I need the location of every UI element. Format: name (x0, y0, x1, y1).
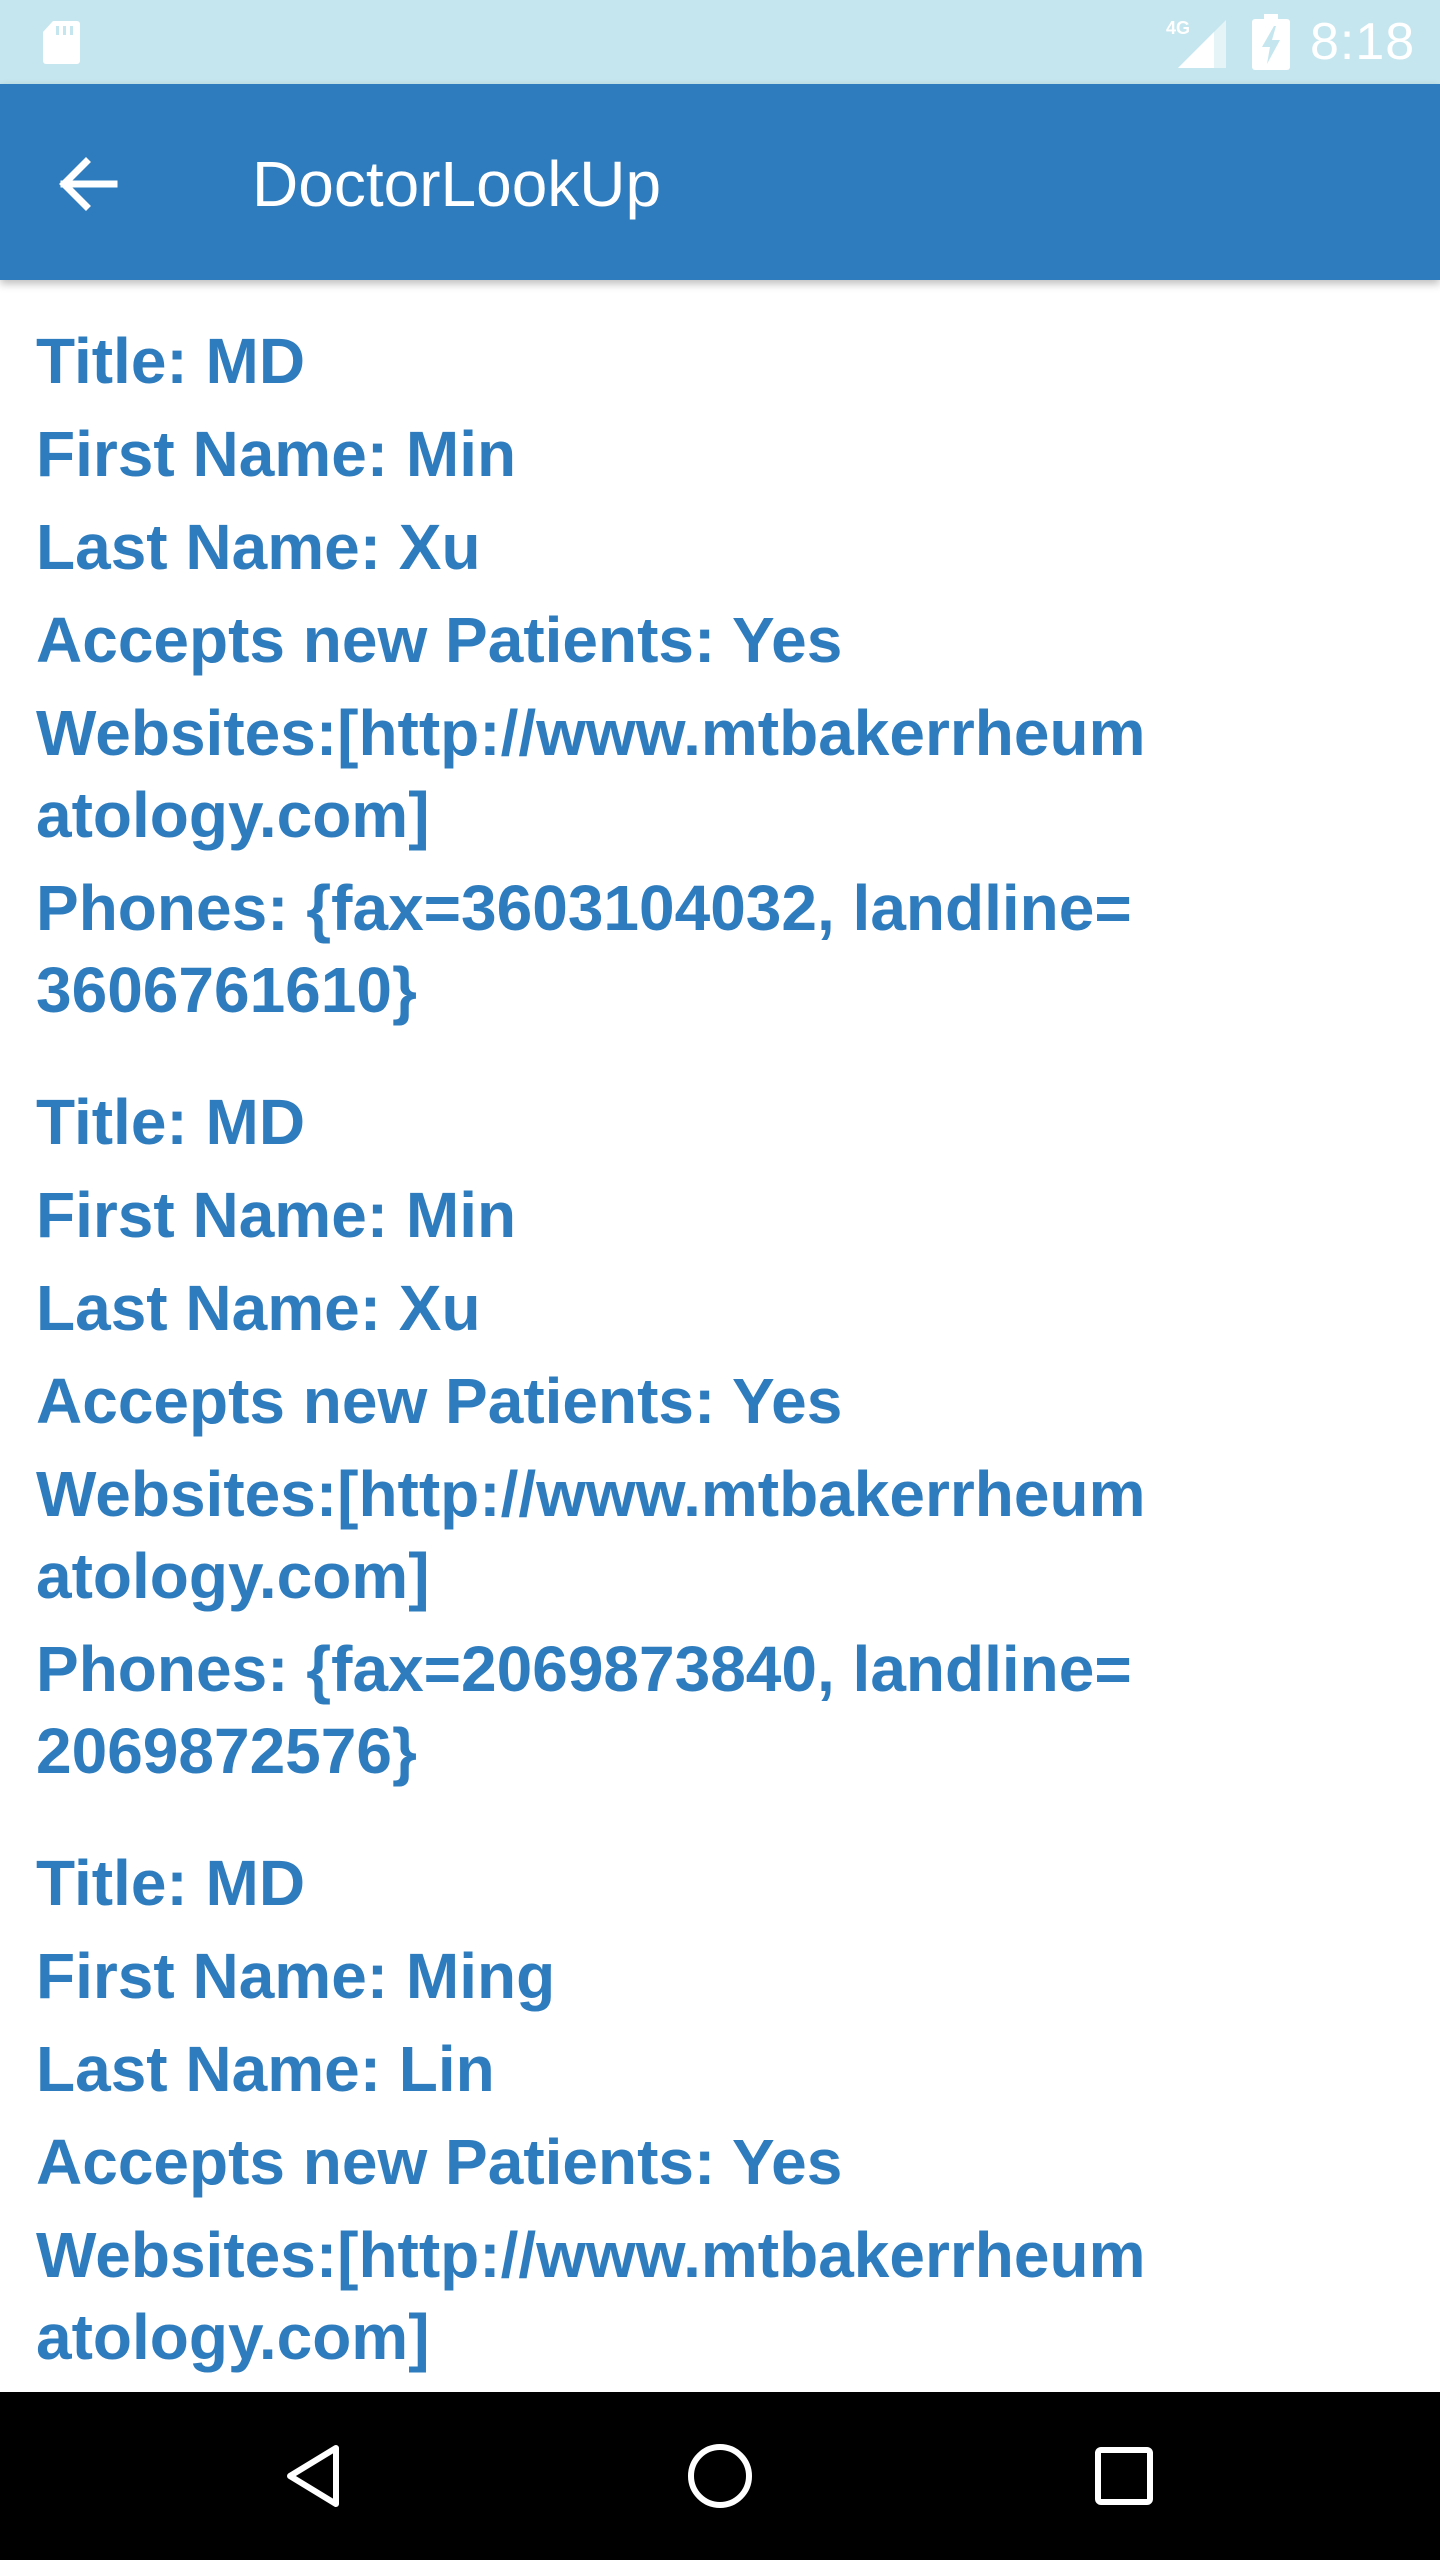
status-clock: 8:18 (1310, 13, 1416, 71)
doctor-first-name: First Name: Ming (36, 1940, 556, 2012)
nav-back-icon (287, 2445, 339, 2507)
doctor-first-name: First Name: Min (36, 418, 517, 490)
navigation-bar (0, 2392, 1440, 2560)
network-type-label: 4G (1166, 18, 1190, 38)
arrow-back-icon (59, 157, 118, 211)
doctor-entry[interactable]: Title: MD First Name: Min Last Name: Xu … (36, 1081, 1416, 1792)
doctor-first-name: First Name: Min (36, 1179, 517, 1251)
nav-back-button[interactable] (268, 2428, 364, 2524)
doctor-last-name: Last Name: Lin (36, 2033, 495, 2105)
doctor-accepts-patients: Accepts new Patients: Yes (36, 604, 843, 676)
doctor-list: Title: MD First Name: Min Last Name: Xu … (36, 320, 1416, 2392)
doctor-title: Title: MD (36, 1086, 306, 1158)
status-bar: 4G 8:18 (0, 0, 1440, 84)
screen: 4G 8:18 DoctorLookUp Title: MD First Nam… (0, 0, 1440, 2560)
doctor-entry[interactable]: Title: MD First Name: Min Last Name: Xu … (36, 320, 1416, 1031)
nav-recents-button[interactable] (1076, 2428, 1172, 2524)
battery-charging-icon (1252, 14, 1290, 70)
doctor-websites: Websites:[http://www.mtbakerrheumatology… (36, 2219, 1146, 2373)
doctor-last-name: Last Name: Xu (36, 511, 481, 583)
doctor-websites: Websites:[http://www.mtbakerrheumatology… (36, 1458, 1146, 1612)
doctor-websites: Websites:[http://www.mtbakerrheumatology… (36, 697, 1146, 851)
doctor-title: Title: MD (36, 325, 306, 397)
nav-home-button[interactable] (672, 2428, 768, 2524)
doctor-list-scroll[interactable]: Title: MD First Name: Min Last Name: Xu … (0, 280, 1440, 2392)
doctor-title: Title: MD (36, 1847, 306, 1919)
app-title: DoctorLookUp (252, 148, 662, 220)
signal-icon: 4G (1166, 18, 1226, 68)
doctor-accepts-patients: Accepts new Patients: Yes (36, 1365, 843, 1437)
back-button[interactable] (40, 136, 136, 232)
nav-recents-icon (1095, 2447, 1153, 2505)
doctor-phones: Phones: {fax=3603104032, landline=360676… (36, 872, 1132, 1026)
doctor-entry[interactable]: Title: MD First Name: Ming Last Name: Li… (36, 1842, 1416, 2378)
doctor-phones: Phones: {fax=2069873840, landline=206987… (36, 1633, 1132, 1787)
nav-home-icon (688, 2444, 752, 2508)
app-bar: DoctorLookUp (0, 84, 1440, 280)
sd-card-icon (43, 21, 80, 64)
doctor-last-name: Last Name: Xu (36, 1272, 481, 1344)
doctor-accepts-patients: Accepts new Patients: Yes (36, 2126, 843, 2198)
